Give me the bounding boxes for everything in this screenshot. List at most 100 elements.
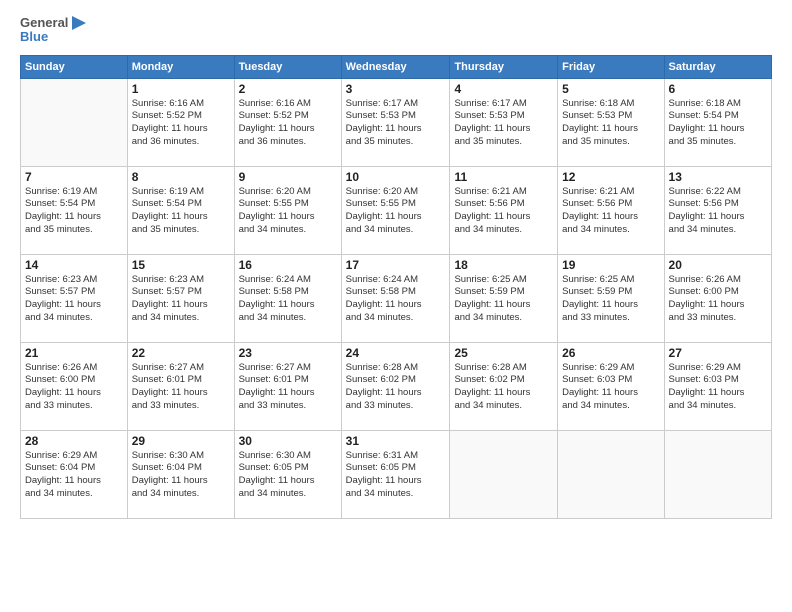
day-number: 13 (669, 170, 767, 184)
day-number: 23 (239, 346, 337, 360)
calendar-day-cell: 25 Sunrise: 6:28 AM Sunset: 6:02 PM Dayli… (450, 342, 558, 430)
day-info: Sunrise: 6:28 AM Sunset: 6:02 PM Dayligh… (454, 362, 553, 413)
calendar-week-row: 7Sunrise: 6:19 AM Sunset: 5:54 PM Daylig… (21, 166, 772, 254)
calendar-day-cell: 3 Sunrise: 6:17 AM Sunset: 5:53 PM Daylig… (341, 78, 450, 166)
day-number: 24 (346, 346, 446, 360)
day-number: 11 (454, 170, 553, 184)
day-info: Sunrise: 6:21 AM Sunset: 5:56 PM Dayligh… (454, 186, 553, 237)
day-number: 17 (346, 258, 446, 272)
day-info: Sunrise: 6:29 AM Sunset: 6:03 PM Dayligh… (669, 362, 767, 413)
weekday-header: Tuesday (234, 55, 341, 78)
calendar-day-cell: 6Sunrise: 6:18 AM Sunset: 5:54 PM Daylig… (664, 78, 771, 166)
day-number: 22 (132, 346, 230, 360)
calendar-day-cell: 13 Sunrise: 6:22 AM Sunset: 5:56 PM Dayli… (664, 166, 771, 254)
calendar-day-cell: 9Sunrise: 6:20 AM Sunset: 5:55 PM Daylig… (234, 166, 341, 254)
calendar-day-cell: 5 Sunrise: 6:18 AM Sunset: 5:53 PM Daylig… (558, 78, 664, 166)
day-number: 27 (669, 346, 767, 360)
calendar-day-cell: 7Sunrise: 6:19 AM Sunset: 5:54 PM Daylig… (21, 166, 128, 254)
day-info: Sunrise: 6:20 AM Sunset: 5:55 PM Dayligh… (346, 186, 446, 237)
day-number: 5 (562, 82, 659, 96)
day-number: 18 (454, 258, 553, 272)
day-number: 29 (132, 434, 230, 448)
calendar-day-cell: 30 Sunrise: 6:30 AM Sunset: 6:05 PM Dayli… (234, 430, 341, 518)
calendar-day-cell: 12 Sunrise: 6:21 AM Sunset: 5:56 PM Dayli… (558, 166, 664, 254)
calendar-day-cell: 24 Sunrise: 6:28 AM Sunset: 6:02 PM Dayli… (341, 342, 450, 430)
calendar-day-cell: 4 Sunrise: 6:17 AM Sunset: 5:53 PM Daylig… (450, 78, 558, 166)
day-number: 16 (239, 258, 337, 272)
day-info: Sunrise: 6:22 AM Sunset: 5:56 PM Dayligh… (669, 186, 767, 237)
calendar-day-cell (450, 430, 558, 518)
calendar-day-cell: 23 Sunrise: 6:27 AM Sunset: 6:01 PM Dayli… (234, 342, 341, 430)
calendar-day-cell (558, 430, 664, 518)
day-info: Sunrise: 6:27 AM Sunset: 6:01 PM Dayligh… (239, 362, 337, 413)
day-number: 3 (346, 82, 446, 96)
calendar-day-cell: 14 Sunrise: 6:23 AM Sunset: 5:57 PM Dayli… (21, 254, 128, 342)
day-info: Sunrise: 6:17 AM Sunset: 5:53 PM Dayligh… (346, 98, 446, 149)
day-info: Sunrise: 6:26 AM Sunset: 6:00 PM Dayligh… (669, 274, 767, 325)
day-info: Sunrise: 6:29 AM Sunset: 6:03 PM Dayligh… (562, 362, 659, 413)
calendar-table: SundayMondayTuesdayWednesdayThursdayFrid… (20, 55, 772, 519)
day-number: 1 (132, 82, 230, 96)
calendar-day-cell: 1Sunrise: 6:16 AM Sunset: 5:52 PM Daylig… (127, 78, 234, 166)
calendar-day-cell: 29 Sunrise: 6:30 AM Sunset: 6:04 PM Dayli… (127, 430, 234, 518)
day-info: Sunrise: 6:25 AM Sunset: 5:59 PM Dayligh… (454, 274, 553, 325)
day-info: Sunrise: 6:19 AM Sunset: 5:54 PM Dayligh… (25, 186, 123, 237)
day-number: 4 (454, 82, 553, 96)
weekday-header: Wednesday (341, 55, 450, 78)
calendar-day-cell: 18 Sunrise: 6:25 AM Sunset: 5:59 PM Dayli… (450, 254, 558, 342)
day-number: 9 (239, 170, 337, 184)
calendar-day-cell: 22 Sunrise: 6:27 AM Sunset: 6:01 PM Dayli… (127, 342, 234, 430)
day-info: Sunrise: 6:23 AM Sunset: 5:57 PM Dayligh… (25, 274, 123, 325)
day-info: Sunrise: 6:25 AM Sunset: 5:59 PM Dayligh… (562, 274, 659, 325)
calendar-day-cell: 10 Sunrise: 6:20 AM Sunset: 5:55 PM Dayli… (341, 166, 450, 254)
day-number: 26 (562, 346, 659, 360)
calendar-day-cell: 8 Sunrise: 6:19 AM Sunset: 5:54 PM Daylig… (127, 166, 234, 254)
weekday-header: Sunday (21, 55, 128, 78)
calendar-day-cell: 16 Sunrise: 6:24 AM Sunset: 5:58 PM Dayli… (234, 254, 341, 342)
day-number: 21 (25, 346, 123, 360)
calendar-day-cell (664, 430, 771, 518)
day-number: 12 (562, 170, 659, 184)
day-info: Sunrise: 6:18 AM Sunset: 5:54 PM Dayligh… (669, 98, 767, 149)
day-info: Sunrise: 6:27 AM Sunset: 6:01 PM Dayligh… (132, 362, 230, 413)
day-number: 19 (562, 258, 659, 272)
calendar-day-cell: 26 Sunrise: 6:29 AM Sunset: 6:03 PM Dayli… (558, 342, 664, 430)
day-info: Sunrise: 6:16 AM Sunset: 5:52 PM Dayligh… (239, 98, 337, 149)
weekday-header: Friday (558, 55, 664, 78)
calendar-day-cell: 20 Sunrise: 6:26 AM Sunset: 6:00 PM Dayli… (664, 254, 771, 342)
day-number: 20 (669, 258, 767, 272)
day-number: 30 (239, 434, 337, 448)
weekday-header-row: SundayMondayTuesdayWednesdayThursdayFrid… (21, 55, 772, 78)
day-info: Sunrise: 6:30 AM Sunset: 6:04 PM Dayligh… (132, 450, 230, 501)
day-info: Sunrise: 6:18 AM Sunset: 5:53 PM Dayligh… (562, 98, 659, 149)
day-info: Sunrise: 6:24 AM Sunset: 5:58 PM Dayligh… (346, 274, 446, 325)
day-number: 14 (25, 258, 123, 272)
calendar-day-cell: 11 Sunrise: 6:21 AM Sunset: 5:56 PM Dayli… (450, 166, 558, 254)
calendar-day-cell: 28Sunrise: 6:29 AM Sunset: 6:04 PM Dayli… (21, 430, 128, 518)
day-info: Sunrise: 6:19 AM Sunset: 5:54 PM Dayligh… (132, 186, 230, 237)
calendar-week-row: 28Sunrise: 6:29 AM Sunset: 6:04 PM Dayli… (21, 430, 772, 518)
calendar-day-cell: 19 Sunrise: 6:25 AM Sunset: 5:59 PM Dayli… (558, 254, 664, 342)
calendar-day-cell: 31 Sunrise: 6:31 AM Sunset: 6:05 PM Dayli… (341, 430, 450, 518)
calendar-week-row: 14 Sunrise: 6:23 AM Sunset: 5:57 PM Dayli… (21, 254, 772, 342)
day-info: Sunrise: 6:24 AM Sunset: 5:58 PM Dayligh… (239, 274, 337, 325)
weekday-header: Saturday (664, 55, 771, 78)
day-number: 31 (346, 434, 446, 448)
day-number: 8 (132, 170, 230, 184)
day-info: Sunrise: 6:17 AM Sunset: 5:53 PM Dayligh… (454, 98, 553, 149)
day-number: 10 (346, 170, 446, 184)
day-info: Sunrise: 6:30 AM Sunset: 6:05 PM Dayligh… (239, 450, 337, 501)
logo-triangle-icon (72, 16, 86, 44)
header: GeneralBlue (20, 16, 772, 45)
calendar-day-cell: 2Sunrise: 6:16 AM Sunset: 5:52 PM Daylig… (234, 78, 341, 166)
weekday-header: Thursday (450, 55, 558, 78)
calendar-day-cell: 21Sunrise: 6:26 AM Sunset: 6:00 PM Dayli… (21, 342, 128, 430)
day-info: Sunrise: 6:21 AM Sunset: 5:56 PM Dayligh… (562, 186, 659, 237)
day-info: Sunrise: 6:23 AM Sunset: 5:57 PM Dayligh… (132, 274, 230, 325)
calendar-day-cell: 15Sunrise: 6:23 AM Sunset: 5:57 PM Dayli… (127, 254, 234, 342)
day-number: 28 (25, 434, 123, 448)
day-info: Sunrise: 6:28 AM Sunset: 6:02 PM Dayligh… (346, 362, 446, 413)
day-info: Sunrise: 6:31 AM Sunset: 6:05 PM Dayligh… (346, 450, 446, 501)
day-number: 25 (454, 346, 553, 360)
calendar-day-cell (21, 78, 128, 166)
